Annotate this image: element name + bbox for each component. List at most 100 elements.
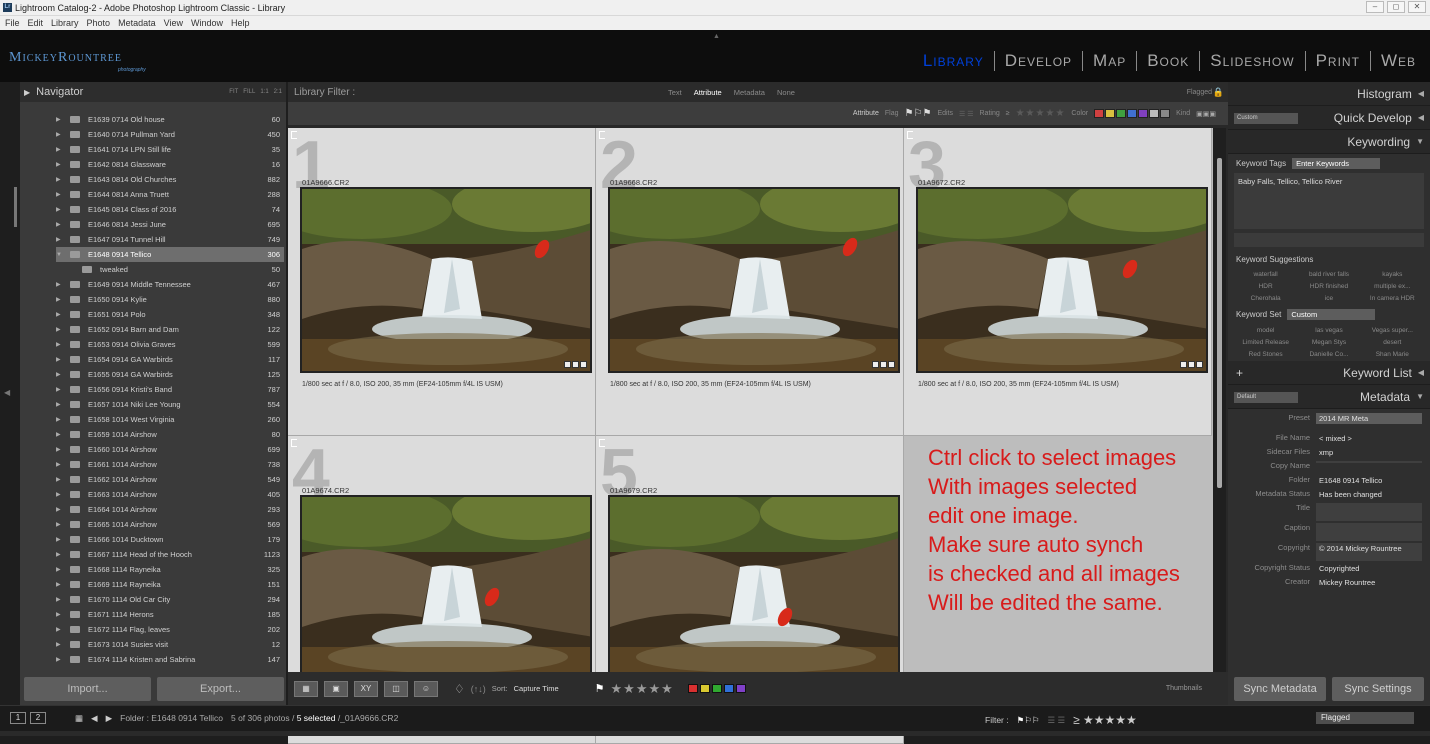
folder-row[interactable]: ▶ E1649 0914 Middle Tennessee 467	[56, 277, 284, 292]
metadata-field-value[interactable]: E1648 0914 Tellico	[1316, 475, 1422, 486]
color-filter-swatch[interactable]	[1149, 109, 1160, 118]
thumbnail-cell[interactable]: 1 01A9666.CR2 1/800 sec at f / 8.0, ISO 20…	[288, 127, 596, 436]
flag-filter-icons[interactable]: ⚑⚐⚐	[1017, 715, 1040, 726]
keywording-header[interactable]: Keywording ▼	[1228, 130, 1430, 154]
disclosure-closed-icon[interactable]: ▶	[56, 641, 66, 648]
flag-filter-icons[interactable]: ⚑⚐⚑	[905, 108, 932, 119]
keyword-set-dropdown[interactable]: Custom	[1287, 309, 1376, 320]
keyword-tags-field[interactable]: Baby Falls, Tellico, Tellico River	[1234, 173, 1424, 229]
quick-develop-preset-dropdown[interactable]: Custom	[1234, 113, 1298, 124]
keyword-set-item[interactable]: las vegas	[1297, 327, 1360, 334]
keyword-badge-icon[interactable]	[564, 361, 571, 368]
disclosure-closed-icon[interactable]: ▶	[56, 311, 66, 318]
keyword-suggestion[interactable]: waterfall	[1234, 271, 1297, 278]
folder-row[interactable]: ▶ E1655 0914 GA Warbirds 125	[56, 367, 284, 382]
flag-icon[interactable]	[599, 131, 605, 139]
metadata-view-dropdown[interactable]: Default	[1234, 392, 1298, 403]
disclosure-closed-icon[interactable]: ▶	[56, 461, 66, 468]
rating-filter-stars[interactable]: ≥ ★★★★★	[1073, 713, 1137, 727]
photo-thumbnail[interactable]	[300, 495, 592, 681]
metadata-field-value[interactable]: Mickey Rountree	[1316, 577, 1422, 588]
sync-metadata-button[interactable]: Sync Metadata	[1234, 677, 1326, 701]
folder-row[interactable]: ▶ E1665 1014 Airshow 569	[56, 517, 284, 532]
disclosure-closed-icon[interactable]: ▶	[56, 566, 66, 573]
color-filter-swatch[interactable]	[1160, 109, 1171, 118]
disclosure-closed-icon[interactable]: ▶	[56, 191, 66, 198]
folder-row[interactable]: ▶ E1664 1014 Airshow 293	[56, 502, 284, 517]
disclosure-closed-icon[interactable]: ▶	[56, 176, 66, 183]
flag-icon[interactable]	[907, 131, 913, 139]
loupe-view-button[interactable]: ▣	[324, 680, 348, 697]
disclosure-closed-icon[interactable]: ▶	[56, 326, 66, 333]
disclosure-closed-icon[interactable]: ▶	[56, 401, 66, 408]
disclosure-closed-icon[interactable]: ▶	[56, 611, 66, 618]
edits-filter-icons[interactable]: ☰ ☰	[959, 110, 974, 118]
folder-row[interactable]: ▶ E1645 0814 Class of 2016 74	[56, 202, 284, 217]
photo-thumbnail[interactable]	[608, 187, 900, 373]
metadata-badge-icon[interactable]	[572, 361, 579, 368]
page-2-button[interactable]: 2	[30, 712, 46, 724]
disclosure-closed-icon[interactable]: ▶	[56, 131, 66, 138]
disclosure-closed-icon[interactable]: ▶	[56, 116, 66, 123]
flag-icon[interactable]	[291, 439, 297, 447]
module-library[interactable]: Library	[913, 51, 994, 71]
metadata-field-value[interactable]	[1316, 461, 1422, 463]
histogram-header[interactable]: Histogram ◀	[1228, 82, 1430, 106]
disclosure-closed-icon[interactable]: ▶	[56, 146, 66, 153]
disclosure-closed-icon[interactable]: ▶	[56, 296, 66, 303]
keyword-set-item[interactable]: desert	[1361, 339, 1424, 346]
grid-view-button[interactable]: ▦	[294, 680, 318, 697]
folder-row[interactable]: ▶ E1661 1014 Airshow 738	[56, 457, 284, 472]
color-label-button[interactable]	[735, 684, 746, 693]
keyword-suggestion[interactable]: kayaks	[1361, 271, 1424, 278]
keyword-entry-field[interactable]	[1234, 233, 1424, 247]
metadata-field-value[interactable]: © 2014 Mickey Rountree	[1316, 543, 1422, 561]
collapse-top-panel-icon[interactable]: ▲	[713, 33, 720, 40]
add-keyword-icon[interactable]: +	[1236, 366, 1243, 380]
folder-row[interactable]: ▶ E1647 0914 Tunnel Hill 749	[56, 232, 284, 247]
disclosure-closed-icon[interactable]: ▶	[56, 236, 66, 243]
keyword-set-item[interactable]: Vegas super...	[1361, 327, 1424, 334]
close-button[interactable]: ✕	[1408, 1, 1426, 13]
metadata-header[interactable]: Default Metadata ▼	[1228, 385, 1430, 409]
folder-row[interactable]: ▶ E1650 0914 Kylie 880	[56, 292, 284, 307]
disclosure-closed-icon[interactable]: ▶	[56, 206, 66, 213]
sync-settings-button[interactable]: Sync Settings	[1332, 677, 1424, 701]
menu-metadata[interactable]: Metadata	[118, 16, 156, 30]
module-map[interactable]: Map	[1083, 51, 1136, 71]
collapse-left-panel-icon[interactable]: ◀	[4, 388, 10, 397]
keyword-badge-icon[interactable]	[872, 361, 879, 368]
menu-photo[interactable]: Photo	[87, 16, 111, 30]
filter-preset-dropdown[interactable]: Flagged	[1187, 89, 1212, 96]
disclosure-closed-icon[interactable]: ▶	[56, 431, 66, 438]
folder-row[interactable]: ▶ E1674 1114 Kristen and Sabrina 147	[56, 652, 284, 667]
import-button[interactable]: Import...	[24, 677, 151, 701]
back-arrow-icon[interactable]: ◀	[91, 713, 98, 724]
lock-icon[interactable]: 🔒	[1213, 87, 1224, 98]
metadata-badge-icon[interactable]	[880, 361, 887, 368]
filter-tab-attribute[interactable]: Attribute	[694, 88, 722, 97]
filter-tab-metadata[interactable]: Metadata	[734, 88, 765, 97]
kind-filter-icons[interactable]: ▣▣▣	[1196, 110, 1216, 118]
folder-row[interactable]: ▶ E1641 0714 LPN Still life 35	[56, 142, 284, 157]
disclosure-closed-icon[interactable]: ▶	[56, 281, 66, 288]
disclosure-closed-icon[interactable]: ▶	[56, 491, 66, 498]
filmstrip-filter-dropdown[interactable]: Flagged	[1316, 712, 1414, 724]
folder-row[interactable]: tweaked 50	[56, 262, 284, 277]
keyword-list-header[interactable]: + Keyword List ◀	[1228, 361, 1430, 385]
folder-row[interactable]: ▶ E1658 1014 West Virginia 260	[56, 412, 284, 427]
folder-row[interactable]: ▶ E1657 1014 Niki Lee Young 554	[56, 397, 284, 412]
disclosure-closed-icon[interactable]: ▶	[56, 521, 66, 528]
forward-arrow-icon[interactable]: ▶	[106, 713, 113, 724]
folder-row[interactable]: ▶ E1659 1014 Airshow 80	[56, 427, 284, 442]
keyword-badge-icon[interactable]	[1180, 361, 1187, 368]
keyword-set-item[interactable]: Shan Marie	[1361, 351, 1424, 358]
metadata-field-value[interactable]: xmp	[1316, 447, 1422, 458]
metadata-field-value[interactable]	[1316, 503, 1422, 521]
keyword-tags-dropdown[interactable]: Enter Keywords	[1292, 158, 1381, 169]
folder-row[interactable]: ▶ E1669 1114 Rayneika 151	[56, 577, 284, 592]
people-view-button[interactable]: ☺	[414, 680, 438, 697]
color-label-button[interactable]	[687, 684, 698, 693]
folder-row[interactable]: ▶ E1646 0814 Jessi June 695	[56, 217, 284, 232]
metadata-badge-icon[interactable]	[1188, 361, 1195, 368]
